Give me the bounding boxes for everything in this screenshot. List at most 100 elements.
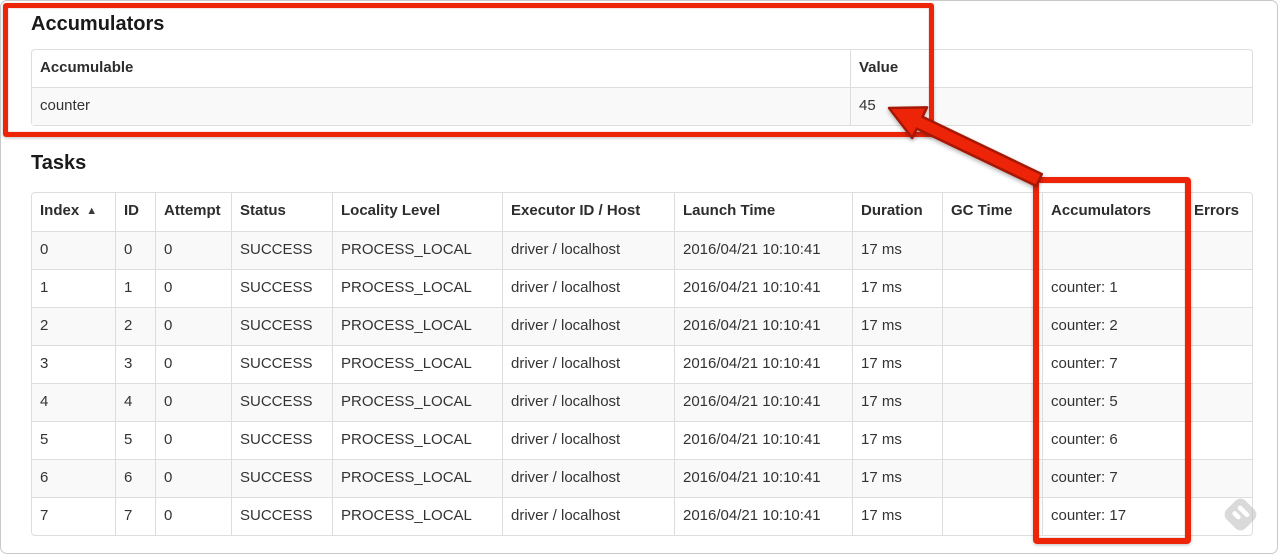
status-cell: SUCCESS (231, 421, 332, 459)
column-header-accumulators[interactable]: Accumulators (1042, 193, 1185, 231)
status-cell: SUCCESS (231, 307, 332, 345)
errors-cell (1185, 421, 1252, 459)
accumulators-section-title: Accumulators (31, 13, 165, 35)
locality-level-cell: PROCESS_LOCAL (332, 231, 502, 269)
index-cell: 7 (32, 497, 115, 535)
gc-time-cell (942, 459, 1042, 497)
index-cell: 0 (32, 231, 115, 269)
table-row: 0 0 0 SUCCESS PROCESS_LOCAL driver / loc… (32, 231, 1252, 269)
status-cell: SUCCESS (231, 231, 332, 269)
locality-level-cell: PROCESS_LOCAL (332, 459, 502, 497)
gc-time-cell (942, 345, 1042, 383)
launch-time-cell: 2016/04/21 10:10:41 (674, 231, 852, 269)
column-header-gc-time[interactable]: GC Time (942, 193, 1042, 231)
duration-cell: 17 ms (852, 421, 942, 459)
locality-level-cell: PROCESS_LOCAL (332, 383, 502, 421)
errors-cell (1185, 459, 1252, 497)
index-cell: 4 (32, 383, 115, 421)
id-cell: 7 (115, 497, 155, 535)
status-cell: SUCCESS (231, 497, 332, 535)
accumulators-cell: counter: 1 (1042, 269, 1185, 307)
spark-ui-stage-page: Accumulators Accumulable Value counter 4… (0, 0, 1278, 554)
id-cell: 5 (115, 421, 155, 459)
duration-cell: 17 ms (852, 269, 942, 307)
table-row: 1 1 0 SUCCESS PROCESS_LOCAL driver / loc… (32, 269, 1252, 307)
locality-level-cell: PROCESS_LOCAL (332, 307, 502, 345)
id-cell: 0 (115, 231, 155, 269)
attempt-cell: 0 (155, 345, 231, 383)
accumulators-cell: counter: 17 (1042, 497, 1185, 535)
accumulable-name-cell: counter (32, 87, 850, 125)
launch-time-cell: 2016/04/21 10:10:41 (674, 497, 852, 535)
errors-cell (1185, 497, 1252, 535)
attempt-cell: 0 (155, 307, 231, 345)
table-row: 6 6 0 SUCCESS PROCESS_LOCAL driver / loc… (32, 459, 1252, 497)
tasks-table-header-row: Index ▲ ID Attempt Status Locality Level … (32, 193, 1252, 231)
executor-id-host-cell: driver / localhost (502, 269, 674, 307)
locality-level-cell: PROCESS_LOCAL (332, 497, 502, 535)
id-cell: 2 (115, 307, 155, 345)
column-header-index[interactable]: Index ▲ (32, 193, 115, 231)
column-header-launch-time[interactable]: Launch Time (674, 193, 852, 231)
launch-time-cell: 2016/04/21 10:10:41 (674, 459, 852, 497)
attempt-cell: 0 (155, 231, 231, 269)
launch-time-cell: 2016/04/21 10:10:41 (674, 421, 852, 459)
table-row: 3 3 0 SUCCESS PROCESS_LOCAL driver / loc… (32, 345, 1252, 383)
column-header-status[interactable]: Status (231, 193, 332, 231)
tasks-section-title: Tasks (31, 152, 87, 174)
column-header-duration[interactable]: Duration (852, 193, 942, 231)
gc-time-cell (942, 421, 1042, 459)
errors-cell (1185, 383, 1252, 421)
attempt-cell: 0 (155, 497, 231, 535)
launch-time-cell: 2016/04/21 10:10:41 (674, 383, 852, 421)
duration-cell: 17 ms (852, 345, 942, 383)
gc-time-cell (942, 307, 1042, 345)
page-content: Accumulators Accumulable Value counter 4… (1, 13, 1277, 536)
id-cell: 4 (115, 383, 155, 421)
index-cell: 2 (32, 307, 115, 345)
column-header-executor-id-host[interactable]: Executor ID / Host (502, 193, 674, 231)
column-header-locality-level[interactable]: Locality Level (332, 193, 502, 231)
errors-cell (1185, 307, 1252, 345)
duration-cell: 17 ms (852, 231, 942, 269)
locality-level-cell: PROCESS_LOCAL (332, 421, 502, 459)
accumulators-cell (1042, 231, 1185, 269)
index-cell: 6 (32, 459, 115, 497)
locality-level-cell: PROCESS_LOCAL (332, 345, 502, 383)
duration-cell: 17 ms (852, 383, 942, 421)
accumulators-cell: counter: 6 (1042, 421, 1185, 459)
accumulators-cell: counter: 7 (1042, 459, 1185, 497)
executor-id-host-cell: driver / localhost (502, 421, 674, 459)
column-header-errors[interactable]: Errors (1185, 193, 1252, 231)
column-header-value[interactable]: Value (850, 50, 1252, 87)
gc-time-cell (942, 497, 1042, 535)
attempt-cell: 0 (155, 459, 231, 497)
status-cell: SUCCESS (231, 383, 332, 421)
column-header-accumulable[interactable]: Accumulable (32, 50, 850, 87)
index-cell: 5 (32, 421, 115, 459)
duration-cell: 17 ms (852, 497, 942, 535)
sort-ascending-icon: ▲ (86, 205, 98, 217)
accumulators-cell: counter: 5 (1042, 383, 1185, 421)
id-cell: 3 (115, 345, 155, 383)
executor-id-host-cell: driver / localhost (502, 231, 674, 269)
executor-id-host-cell: driver / localhost (502, 345, 674, 383)
accumulators-table: Accumulable Value counter 45 (31, 49, 1253, 126)
status-cell: SUCCESS (231, 269, 332, 307)
column-header-attempt[interactable]: Attempt (155, 193, 231, 231)
index-cell: 1 (32, 269, 115, 307)
executor-id-host-cell: driver / localhost (502, 459, 674, 497)
attempt-cell: 0 (155, 421, 231, 459)
table-row: 7 7 0 SUCCESS PROCESS_LOCAL driver / loc… (32, 497, 1252, 535)
accumulator-row: counter 45 (32, 87, 1252, 125)
column-header-id[interactable]: ID (115, 193, 155, 231)
launch-time-cell: 2016/04/21 10:10:41 (674, 307, 852, 345)
executor-id-host-cell: driver / localhost (502, 497, 674, 535)
errors-cell (1185, 269, 1252, 307)
index-cell: 3 (32, 345, 115, 383)
errors-cell (1185, 231, 1252, 269)
accumulators-cell: counter: 2 (1042, 307, 1185, 345)
launch-time-cell: 2016/04/21 10:10:41 (674, 345, 852, 383)
table-row: 4 4 0 SUCCESS PROCESS_LOCAL driver / loc… (32, 383, 1252, 421)
executor-id-host-cell: driver / localhost (502, 383, 674, 421)
